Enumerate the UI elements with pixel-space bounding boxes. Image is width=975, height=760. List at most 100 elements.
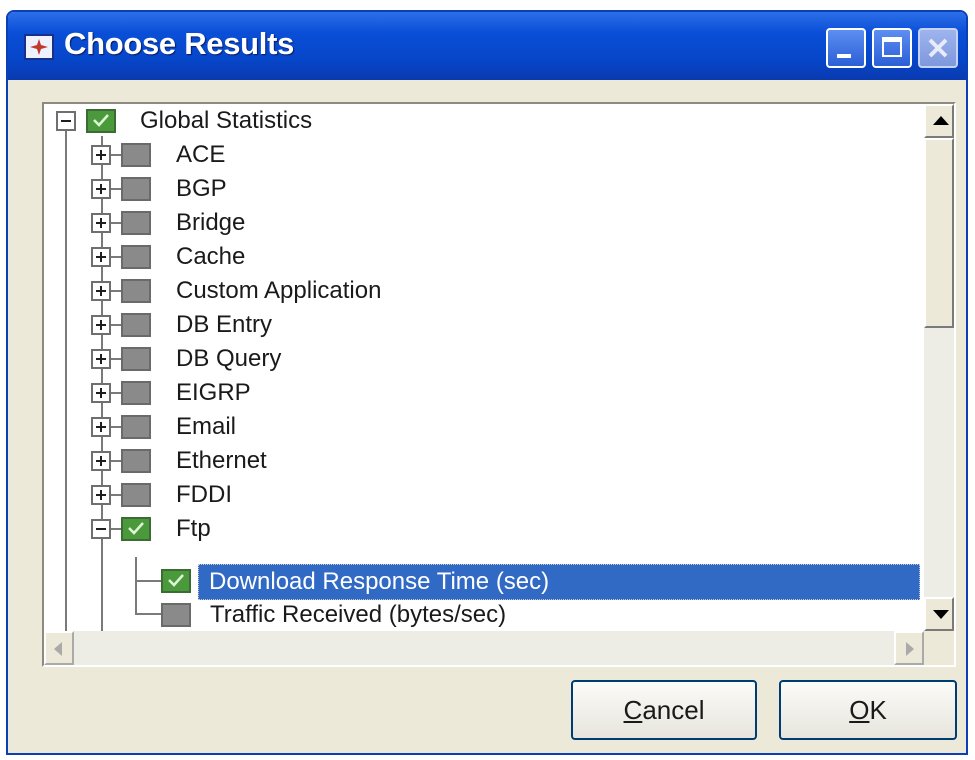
tree-row-global-statistics[interactable]: Global Statistics <box>44 104 924 138</box>
tree-label: Traffic Received (bytes/sec) <box>210 601 507 628</box>
tree-row-cache[interactable]: Cache <box>44 240 924 274</box>
checkbox-icon[interactable] <box>121 211 151 235</box>
checkbox-icon[interactable] <box>121 245 151 269</box>
tree-label: BGP <box>176 175 227 202</box>
tree-connector <box>111 324 121 326</box>
tree-connector <box>111 460 121 462</box>
tree-row-ethernet[interactable]: Ethernet <box>44 444 924 478</box>
scrollbar-thumb[interactable] <box>924 138 954 328</box>
tree-row-db-entry[interactable]: DB Entry <box>44 308 924 342</box>
checkbox-icon[interactable] <box>86 109 116 133</box>
tree-row-traffic-received[interactable]: Traffic Received (bytes/sec) <box>44 598 924 631</box>
checkbox-icon[interactable] <box>121 483 151 507</box>
arrow-down-icon <box>933 610 949 619</box>
checkbox-icon[interactable] <box>121 415 151 439</box>
tree-row-ace[interactable]: ACE <box>44 138 924 172</box>
tree-connector <box>111 392 121 394</box>
tree-connector <box>111 358 121 360</box>
choose-results-dialog: Choose Results Global Statistics ACE BGP… <box>6 10 968 755</box>
app-icon <box>24 34 54 60</box>
checkbox-icon[interactable] <box>121 381 151 405</box>
tree-row-email[interactable]: Email <box>44 410 924 444</box>
cancel-label: ancel <box>642 694 705 725</box>
close-icon <box>928 38 948 58</box>
tree-label: Custom Application <box>176 277 382 304</box>
tree-row-bridge[interactable]: Bridge <box>44 206 924 240</box>
expand-icon[interactable] <box>91 349 111 369</box>
expand-icon[interactable] <box>91 315 111 335</box>
horizontal-scrollbar[interactable] <box>44 631 924 665</box>
cancel-mnemonic: C <box>623 694 643 725</box>
scroll-down-button[interactable] <box>924 597 954 631</box>
ok-mnemonic: O <box>849 694 870 725</box>
tree-connector <box>111 426 121 428</box>
checkbox-icon[interactable] <box>161 569 191 593</box>
tree-label: ACE <box>176 141 226 168</box>
window-title: Choose Results <box>64 26 295 61</box>
checkbox-icon[interactable] <box>121 347 151 371</box>
vertical-scrollbar[interactable] <box>924 104 954 631</box>
minimize-button[interactable] <box>826 28 866 68</box>
tree-row-ftp[interactable]: Ftp <box>44 512 924 546</box>
tree-row-bgp[interactable]: BGP <box>44 172 924 206</box>
tree-label: DB Entry <box>176 311 273 338</box>
cancel-button[interactable]: Cancel <box>571 680 757 740</box>
tree-row-fddi[interactable]: FDDI <box>44 478 924 512</box>
tree-connector <box>111 528 121 530</box>
collapse-icon[interactable] <box>91 519 111 539</box>
checkbox-icon[interactable] <box>121 279 151 303</box>
tree-label: Bridge <box>176 209 246 236</box>
check-mark-icon <box>168 574 184 587</box>
close-button[interactable] <box>918 28 958 68</box>
tree-view: Global Statistics ACE BGP Bridge Cache C… <box>44 104 924 631</box>
expand-icon[interactable] <box>91 383 111 403</box>
tree-row-eigrp[interactable]: EIGRP <box>44 376 924 410</box>
maximize-icon <box>882 37 902 57</box>
expand-icon[interactable] <box>91 451 111 471</box>
tree-label: EIGRP <box>176 379 251 406</box>
expand-icon[interactable] <box>91 417 111 437</box>
check-mark-icon <box>93 114 109 127</box>
tree-label: Cache <box>176 243 246 270</box>
ok-label: K <box>869 694 887 725</box>
scrollbar-corner <box>924 631 954 665</box>
scroll-up-button[interactable] <box>924 104 954 138</box>
checkbox-icon[interactable] <box>121 143 151 167</box>
tree-row-db-query[interactable]: DB Query <box>44 342 924 376</box>
maximize-button[interactable] <box>872 28 912 68</box>
scroll-left-button[interactable] <box>44 631 74 665</box>
checkbox-icon[interactable] <box>121 313 151 337</box>
tree-label-selected: Download Response Time (sec) <box>198 564 920 600</box>
checkbox-icon[interactable] <box>121 517 151 541</box>
tree-row-custom-application[interactable]: Custom Application <box>44 274 924 308</box>
expand-icon[interactable] <box>91 281 111 301</box>
tree-connector <box>111 222 121 224</box>
tree-label: DB Query <box>176 345 282 372</box>
ok-button[interactable]: OK <box>779 680 957 740</box>
minimize-icon <box>837 54 851 58</box>
checkbox-icon[interactable] <box>121 449 151 473</box>
tree-label: Ethernet <box>176 447 267 474</box>
results-tree[interactable]: Global Statistics ACE BGP Bridge Cache C… <box>42 102 956 667</box>
tree-label: FDDI <box>176 481 232 508</box>
tree-connector <box>111 154 121 156</box>
collapse-icon[interactable] <box>56 111 76 131</box>
tree-connector <box>111 188 121 190</box>
tree-connector <box>111 494 121 496</box>
arrow-right-icon <box>906 642 914 656</box>
expand-icon[interactable] <box>91 485 111 505</box>
tree-label: Email <box>176 413 237 440</box>
expand-icon[interactable] <box>91 213 111 233</box>
checkbox-icon[interactable] <box>161 603 191 627</box>
expand-icon[interactable] <box>91 247 111 267</box>
tree-connector <box>111 256 121 258</box>
expand-icon[interactable] <box>91 145 111 165</box>
scroll-right-button[interactable] <box>894 631 924 665</box>
expand-icon[interactable] <box>91 179 111 199</box>
title-bar[interactable]: Choose Results <box>8 12 966 80</box>
checkbox-icon[interactable] <box>121 177 151 201</box>
tree-row-download-response-time[interactable]: Download Response Time (sec) <box>44 564 924 600</box>
arrow-up-icon <box>933 116 949 125</box>
arrow-left-icon <box>54 642 62 656</box>
tree-label: Ftp <box>176 515 211 542</box>
